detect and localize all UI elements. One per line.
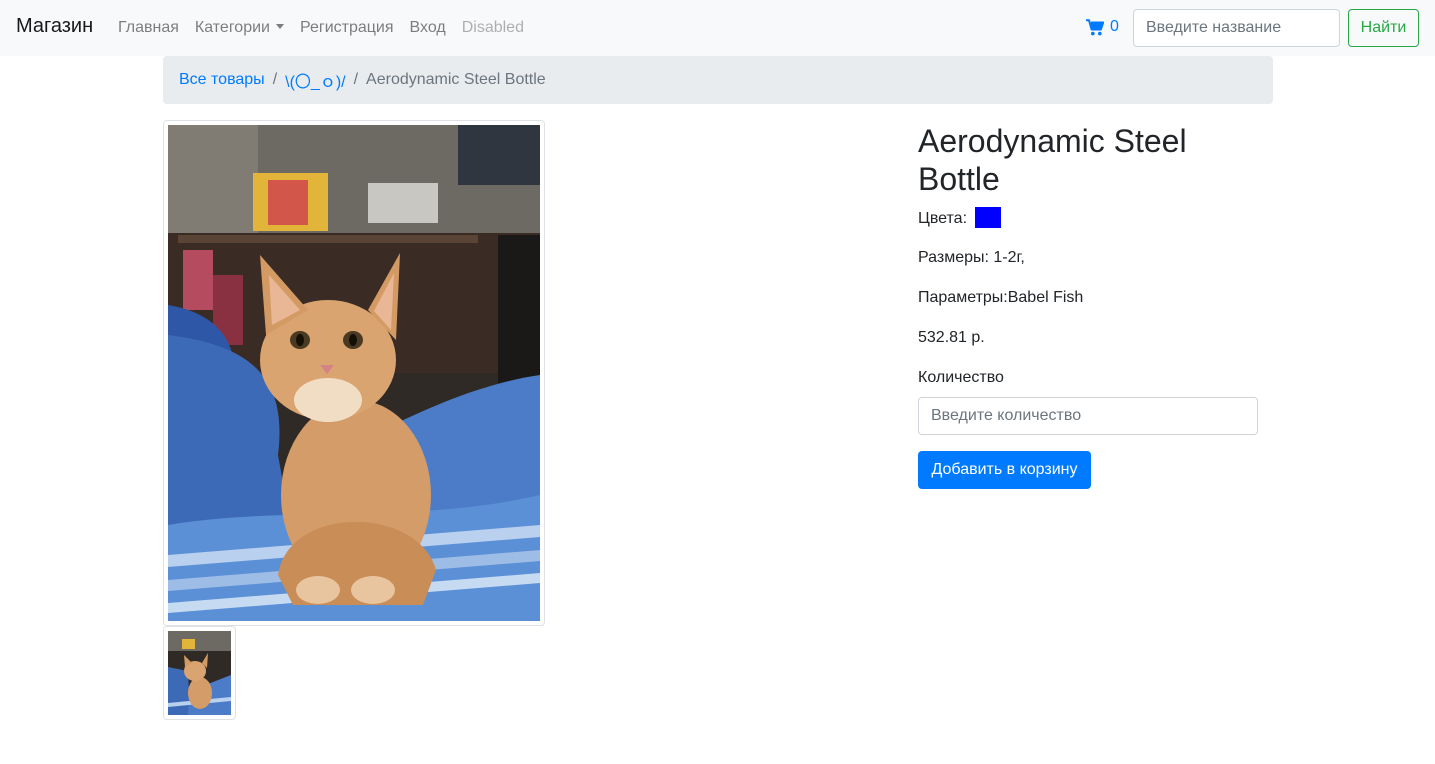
nav-link-home[interactable]: Главная [110, 19, 187, 37]
cart-count: 0 [1110, 18, 1119, 35]
add-to-cart-button[interactable]: Добавить в корзину [918, 451, 1091, 489]
navbar: Магазин Главная Категории Регистрация Вх… [0, 0, 1435, 56]
breadcrumb-category[interactable]: \(〇_ｏ)/ [285, 68, 345, 92]
product-colors: Цвета: [918, 207, 1002, 228]
kitten-thumbnail-photo [168, 631, 231, 715]
nav-link-login[interactable]: Вход [402, 19, 454, 37]
search-button[interactable]: Найти [1348, 9, 1419, 47]
nav-links: Главная Категории Регистрация Вход Disab… [110, 0, 532, 56]
product-title: Aerodynamic Steel Bottle [918, 123, 1187, 197]
search-input[interactable] [1133, 9, 1340, 47]
nav-link-categories[interactable]: Категории [187, 19, 292, 37]
breadcrumb-separator: / [353, 71, 359, 88]
quantity-label: Количество [918, 369, 1004, 386]
nav-link-disabled: Disabled [461, 19, 524, 36]
product-params: Параметры:Babel Fish [918, 289, 1084, 306]
shopping-cart-icon [1086, 18, 1104, 35]
breadcrumb: Все товары / \(〇_ｏ)/ / Aerodynamic Steel… [163, 56, 1273, 104]
quantity-input[interactable] [918, 397, 1258, 435]
nav-link-categories-label: Категории [194, 19, 270, 36]
breadcrumb-current: Aerodynamic Steel Bottle [366, 71, 546, 88]
navbar-brand[interactable]: Магазин [16, 15, 93, 38]
product-main-image [163, 120, 545, 626]
product-price: 532.81 р. [918, 329, 985, 346]
product-sizes: Размеры: 1-2г, [918, 249, 1025, 266]
product-thumbnail[interactable] [163, 626, 236, 720]
nav-link-register[interactable]: Регистрация [292, 19, 402, 37]
cart-link[interactable]: 0 [1086, 18, 1119, 36]
breadcrumb-all-products[interactable]: Все товары [179, 71, 265, 89]
breadcrumb-separator: / [272, 71, 278, 88]
kitten-photo [168, 125, 540, 621]
colors-label: Цвета: [918, 210, 968, 227]
color-swatch-blue[interactable] [975, 207, 1002, 228]
chevron-down-icon [275, 24, 284, 29]
